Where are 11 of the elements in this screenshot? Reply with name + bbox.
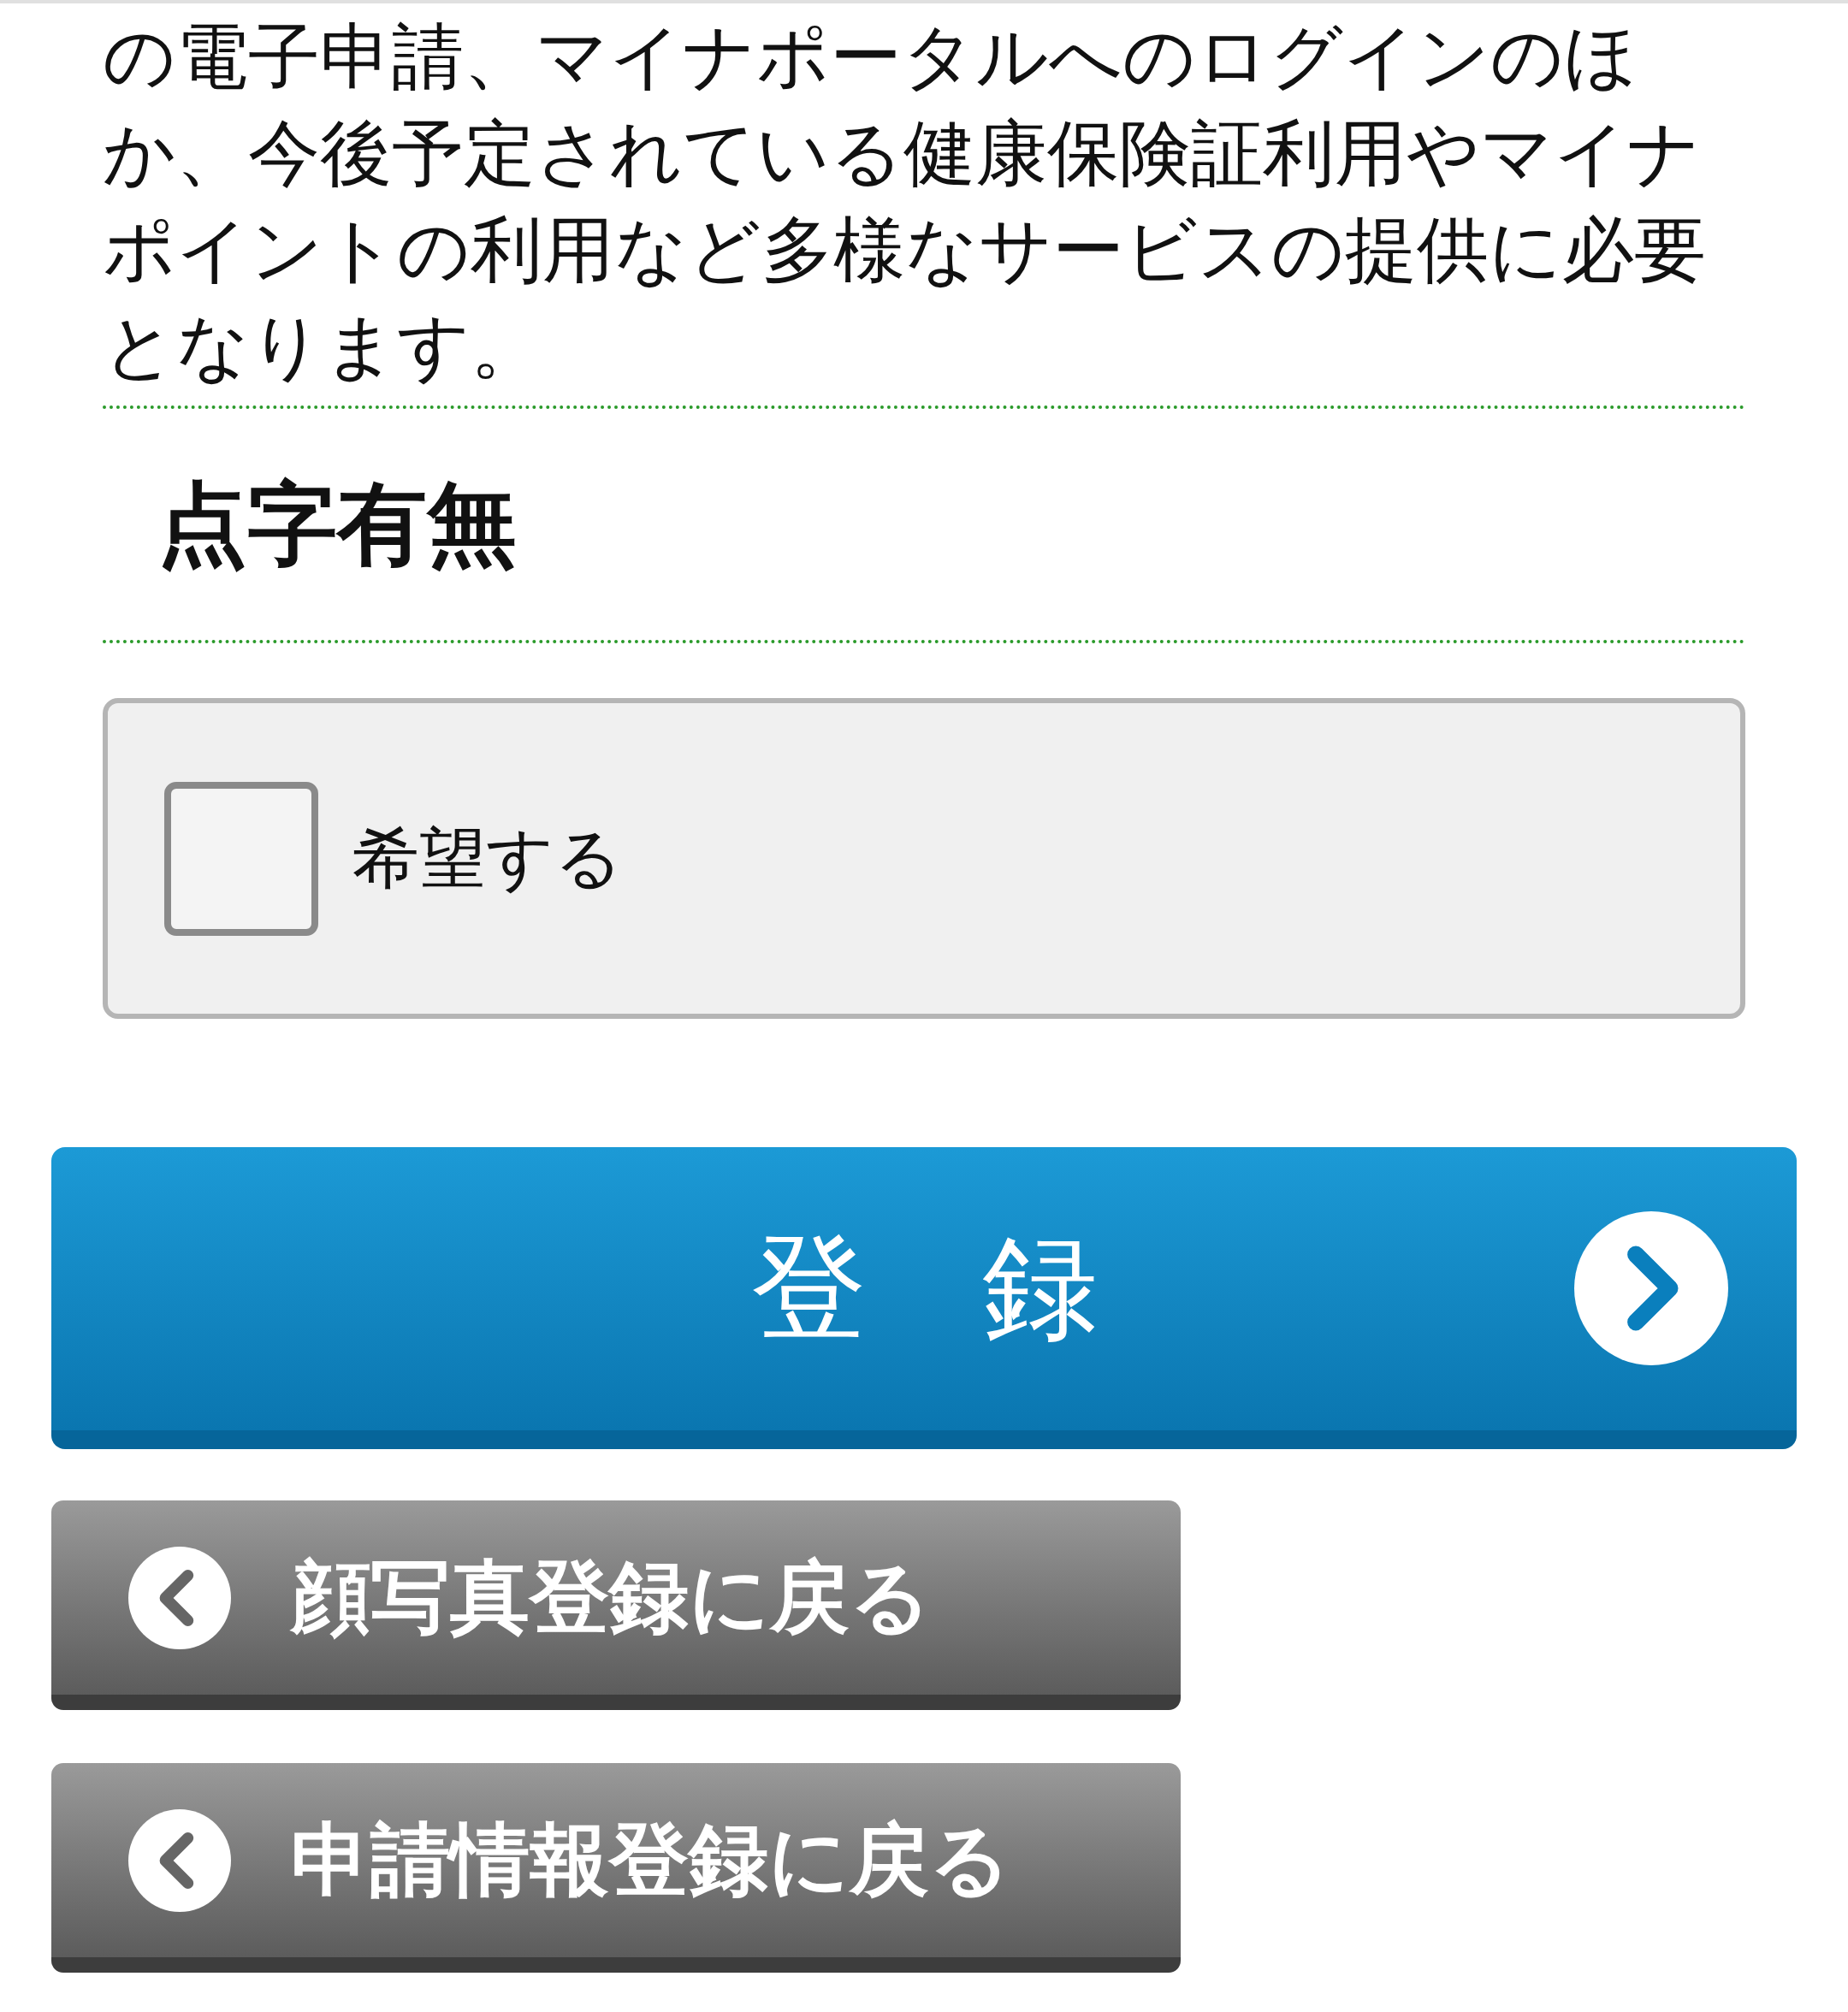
option-panel[interactable]: 希望する: [103, 698, 1745, 1019]
checkbox[interactable]: [164, 781, 318, 936]
chevron-left-icon: [128, 1808, 231, 1912]
register-button[interactable]: 登 録: [51, 1147, 1797, 1449]
chevron-right-icon: [1574, 1211, 1728, 1365]
section-heading: 点字有無: [157, 473, 517, 576]
option-label: 希望する: [352, 820, 623, 897]
intro-text: の電子申請、マイナポータルへのログインのほか、今後予定されている健康保険証利用やマイナポイントの利用など多様なサービスの提供に必要となります。: [103, 15, 1707, 388]
back-button[interactable]: 申請情報登録に戻る: [51, 1763, 1181, 1973]
back-button[interactable]: 顔写真登録に戻る: [51, 1500, 1181, 1710]
chevron-left-icon: [128, 1546, 231, 1649]
